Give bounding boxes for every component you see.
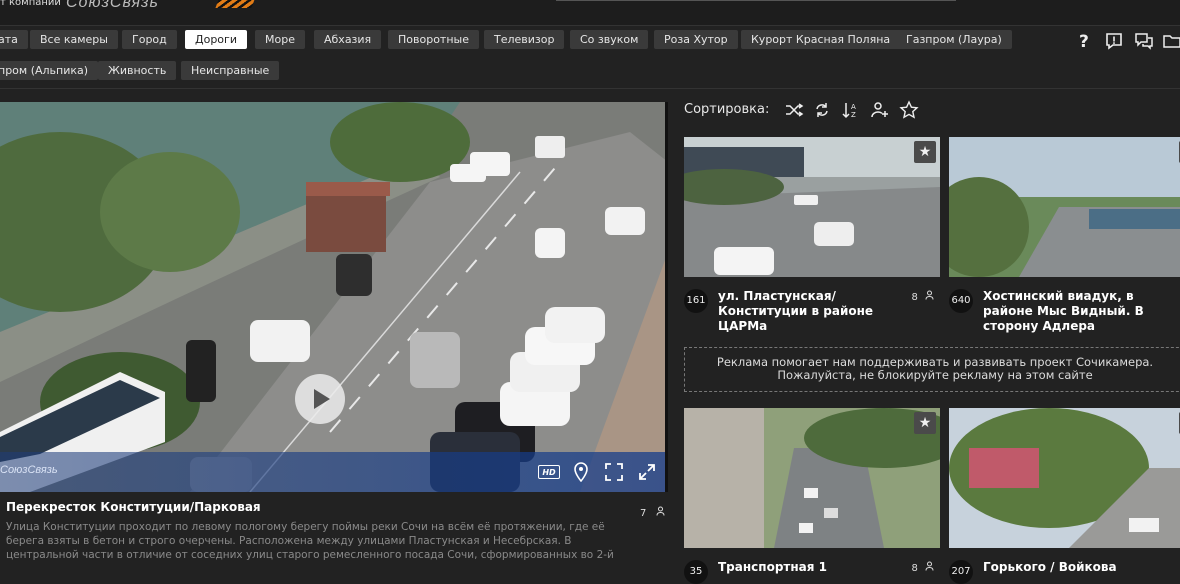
tag-item[interactable]: Абхазия <box>314 30 382 49</box>
tag-item[interactable]: пром (Альпика) <box>0 61 99 80</box>
camera-viewers: 7 <box>640 506 665 519</box>
camera-thumbnail[interactable]: ★ <box>684 137 940 277</box>
player-watermark: СоюзСвязь <box>0 464 58 476</box>
camera-number-badge: 161 <box>684 289 708 313</box>
viewers-count: 7 <box>640 508 647 519</box>
tag-item[interactable]: Живность <box>98 61 177 80</box>
viewers-count: 8 <box>911 563 918 574</box>
camera-card[interactable]: ★ 207 Горького / Войкова 1 <box>949 408 1180 584</box>
folder-icon[interactable] <box>1162 31 1180 51</box>
play-button[interactable] <box>295 374 345 424</box>
card-title[interactable]: Транспортная 1 <box>718 560 898 575</box>
tag-item[interactable]: Город <box>122 30 177 49</box>
tag-item[interactable]: Море <box>255 30 305 49</box>
company-link[interactable]: т компании <box>0 0 61 8</box>
camera-number-badge: 640 <box>949 289 973 313</box>
logo[interactable]: СоюзСвязь <box>66 0 159 12</box>
fullscreen-icon[interactable] <box>604 462 624 482</box>
card-title[interactable]: Горького / Войкова <box>983 560 1163 575</box>
user-icon <box>656 506 665 519</box>
location-pin-icon[interactable] <box>572 462 590 483</box>
ad-notice: Реклама помогает нам поддерживать и разв… <box>684 347 1180 392</box>
hd-toggle-button[interactable]: HD <box>538 465 560 479</box>
st-george-ribbon-icon <box>215 0 257 8</box>
svg-text:?: ? <box>1079 32 1089 51</box>
tag-item[interactable]: Газпром (Лаура) <box>896 30 1012 49</box>
sort-az-icon[interactable]: AZ <box>841 100 861 120</box>
player-controls: СоюзСвязь HD <box>0 452 668 492</box>
camera-thumbnail[interactable]: ★ <box>949 408 1180 548</box>
search-input[interactable] <box>556 0 956 1</box>
sort-label: Сортировка: <box>684 102 770 117</box>
refresh-icon[interactable] <box>812 100 832 120</box>
expand-icon[interactable] <box>637 462 657 482</box>
user-icon <box>925 561 934 574</box>
tag-item[interactable]: Курорт Красная Поляна <box>741 30 901 49</box>
favorite-star-button[interactable]: ★ <box>914 141 936 163</box>
viewers-count: 8 <box>911 292 918 303</box>
camera-number-badge: 35 <box>684 560 708 584</box>
card-viewers: 8 <box>911 561 934 574</box>
chat-icon[interactable] <box>1134 31 1154 51</box>
tag-item[interactable]: ата <box>0 30 28 49</box>
player-edge <box>665 102 668 492</box>
camera-description: Улица Конституции проходит по левому пол… <box>6 521 614 561</box>
user-icon <box>925 290 934 303</box>
card-viewers: 8 <box>911 290 934 303</box>
svg-text:A: A <box>851 103 856 111</box>
tag-item[interactable]: Поворотные <box>388 30 479 49</box>
camera-card[interactable]: ★ 161 ул. Пластунская/ Конституции в рай… <box>684 137 940 337</box>
camera-thumbnail[interactable]: ★ <box>684 408 940 548</box>
top-bar: т компании СоюзСвязь <box>0 0 1180 26</box>
tag-item[interactable]: Все камеры <box>30 30 118 49</box>
tag-item[interactable]: Телевизор <box>484 30 565 49</box>
divider <box>0 88 1180 89</box>
camera-stream-image <box>0 102 668 492</box>
tag-item[interactable]: Со звуком <box>570 30 649 49</box>
report-icon[interactable] <box>1104 31 1124 51</box>
camera-title: Перекресток Конституции/Парковая <box>6 500 261 514</box>
camera-number-badge: 207 <box>949 560 973 584</box>
camera-thumbnail[interactable]: ★ <box>949 137 1180 277</box>
favorite-star-button[interactable]: ★ <box>914 412 936 434</box>
user-plus-icon[interactable] <box>870 100 890 120</box>
tag-item-active[interactable]: Дороги <box>185 30 247 49</box>
card-title[interactable]: Хостинский виадук, в районе Мыс Видный. … <box>983 289 1163 334</box>
camera-card[interactable]: ★ 640 Хостинский виадук, в районе Мыс Ви… <box>949 137 1180 337</box>
tag-item[interactable]: Неисправные <box>181 61 280 80</box>
star-icon[interactable] <box>899 100 919 120</box>
help-icon[interactable]: ? <box>1074 31 1094 52</box>
ad-text: Реклама помогает нам поддерживать и разв… <box>716 355 1154 382</box>
camera-card[interactable]: ★ 35 Транспортная 1 8 <box>684 408 940 584</box>
svg-text:Z: Z <box>851 111 856 119</box>
video-player[interactable]: СоюзСвязь HD <box>0 102 668 492</box>
shuffle-icon[interactable] <box>784 100 804 120</box>
card-title[interactable]: ул. Пластунская/ Конституции в районе ЦА… <box>718 289 898 334</box>
tag-item[interactable]: Роза Хутор <box>654 30 738 49</box>
